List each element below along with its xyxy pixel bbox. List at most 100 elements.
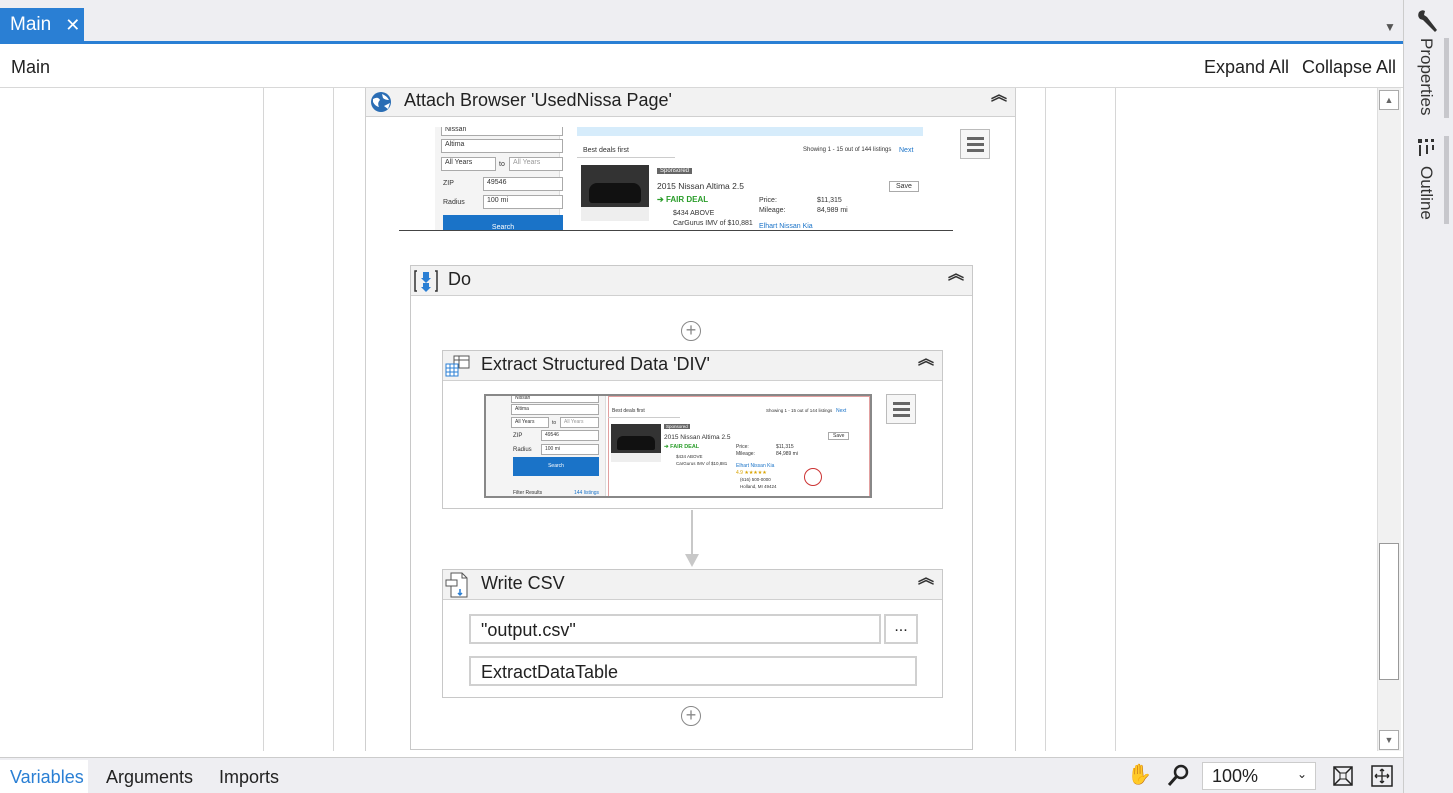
globe-icon (371, 92, 391, 112)
scroll-down-icon[interactable]: ▼ (1379, 730, 1399, 750)
outline-tab[interactable]: Outline (1416, 166, 1436, 220)
outline-icon (1418, 139, 1434, 156)
make-select: Nissan (511, 396, 599, 403)
arguments-tab[interactable]: Arguments (106, 767, 193, 788)
file-path-input[interactable]: "output.csv" (469, 614, 881, 644)
sequence-icon (414, 270, 438, 292)
magnifier-icon[interactable] (1166, 764, 1190, 788)
collapse-chevrons-icon[interactable]: ︽ (918, 352, 934, 368)
hand-icon[interactable]: ✋ (1127, 763, 1152, 787)
collapse-chevrons-icon[interactable]: ︽ (948, 267, 964, 283)
search-button: Search (513, 457, 599, 476)
do-title: Do (448, 269, 472, 289)
sponsored-badge: Sponsored (664, 424, 690, 429)
year-from-select: All Years (441, 157, 496, 171)
zip-input: 49546 (483, 177, 563, 191)
year-to-label: to (552, 420, 557, 426)
menu-icon[interactable] (960, 129, 990, 159)
zip-label: ZIP (443, 180, 454, 187)
write-csv-activity[interactable]: Write CSV ︽ "output.csv" ... ExtractData… (442, 569, 943, 698)
tab-main-label: Main (10, 14, 52, 35)
deal-rating: FAIR DEAL (665, 195, 709, 204)
properties-tab-indicator (1444, 38, 1449, 118)
write-csv-header[interactable]: Write CSV ︽ (443, 570, 942, 600)
extract-screenshot[interactable]: Nissan Altima All Years to All Years ZIP… (484, 394, 872, 498)
sort-select: Best deals first (583, 147, 629, 154)
deal-delta: $434 ABOVE (676, 454, 703, 459)
year-to-select: All Years (509, 157, 563, 171)
overview-icon[interactable] (1370, 764, 1394, 788)
zoom-select[interactable]: 100% ⌄ (1202, 762, 1316, 790)
deal-delta: $434 ABOVE (673, 210, 715, 217)
extract-header[interactable]: Extract Structured Data 'DIV' ︽ (443, 351, 942, 381)
search-button: Search (443, 215, 563, 230)
model-select: Altima (441, 139, 563, 153)
mileage-value: 84,989 mi (817, 207, 848, 214)
scrollbar-thumb[interactable] (1379, 543, 1399, 680)
car-thumbnail (611, 424, 661, 462)
nesting-guide (1045, 88, 1046, 751)
zip-input: 49546 (541, 430, 599, 441)
mileage-label: Mileage: (736, 451, 755, 457)
collapse-all-button[interactable]: Collapse All (1302, 57, 1396, 78)
listings-count: 144 listings (574, 490, 600, 496)
extract-title: Extract Structured Data 'DIV' (481, 354, 710, 374)
close-icon[interactable]: ✕ (65, 15, 80, 36)
properties-tab[interactable]: Properties (1416, 38, 1436, 115)
tab-main[interactable]: Main ✕ (0, 8, 84, 42)
arrow-down-icon (685, 554, 699, 567)
save-button: Save (889, 181, 919, 192)
variables-tab[interactable]: Variables (0, 760, 88, 793)
tab-dropdown-icon[interactable]: ▼ (1384, 20, 1396, 34)
filter-results: Filter Results (513, 490, 543, 496)
listing-title: 2015 Nissan Altima 2.5 (664, 434, 731, 441)
chevron-down-icon: ⌄ (1296, 767, 1307, 781)
mileage-value: 84,989 mi (776, 451, 798, 457)
collapse-chevrons-icon[interactable]: ︽ (918, 571, 934, 587)
write-csv-title: Write CSV (481, 573, 565, 593)
sponsored-badge: Sponsored (657, 168, 693, 174)
nesting-guide (263, 88, 264, 751)
price-label: Price: (759, 197, 777, 204)
price-value: $11,315 (776, 444, 794, 450)
imv-text: CarGurus IMV of $10,881 (676, 461, 728, 466)
radius-label: Radius (443, 199, 465, 206)
fit-screen-icon[interactable] (1331, 764, 1355, 788)
mileage-label: Mileage: (759, 207, 786, 214)
dealer-city: Holland, MI 49424 (740, 484, 777, 489)
save-button: Save (828, 432, 850, 440)
sort-select: Best deals first (612, 408, 645, 414)
document-tab-bar (0, 0, 1403, 44)
make-select: Nissan (441, 127, 563, 136)
do-sequence[interactable]: Do ︽ + Extract Structured Data 'DIV' ︽ N… (410, 265, 973, 750)
imports-tab[interactable]: Imports (219, 767, 279, 788)
data-table-input[interactable]: ExtractDataTable (469, 656, 917, 686)
browse-button[interactable]: ... (884, 614, 918, 644)
breadcrumb[interactable]: Main (11, 57, 50, 78)
showing-text: Showing 1 - 15 out of 144 listings (766, 408, 833, 413)
dealer-name: Elhart Nissan Kia (759, 223, 813, 230)
dealer-name: Elhart Nissan Kia (736, 463, 775, 469)
do-header[interactable]: Do ︽ (411, 266, 972, 296)
year-from-select: All Years (511, 417, 549, 428)
attach-browser-title: Attach Browser 'UsedNissa Page' (404, 90, 672, 110)
next-link: Next (899, 147, 914, 154)
extract-structured-data-activity[interactable]: Extract Structured Data 'DIV' ︽ Nissan A… (442, 350, 943, 509)
attach-browser-screenshot[interactable]: Nissan Altima All Years to All Years ZIP… (399, 127, 953, 231)
attach-browser-header[interactable]: Attach Browser 'UsedNissa Page' ︽ (366, 88, 1015, 117)
scroll-up-icon[interactable]: ▲ (1379, 90, 1399, 110)
deal-rating: FAIR DEAL (670, 444, 700, 450)
side-panel-strip (1403, 0, 1453, 793)
price-value: $11,315 (817, 197, 842, 204)
menu-icon[interactable] (886, 394, 916, 424)
expand-all-button[interactable]: Expand All (1204, 57, 1289, 78)
flow-connector (691, 510, 693, 556)
workflow-canvas[interactable]: Attach Browser 'UsedNissa Page' ︽ Nissan… (0, 88, 1376, 751)
plus-icon[interactable]: + (681, 706, 701, 726)
nesting-guide (333, 88, 334, 751)
plus-icon[interactable]: + (681, 321, 701, 341)
radius-label: Radius (513, 447, 532, 453)
attach-browser-activity[interactable]: Attach Browser 'UsedNissa Page' ︽ Nissan… (365, 88, 1016, 751)
collapse-chevrons-icon[interactable]: ︽ (991, 88, 1007, 104)
radius-select: 100 mi (541, 444, 599, 455)
